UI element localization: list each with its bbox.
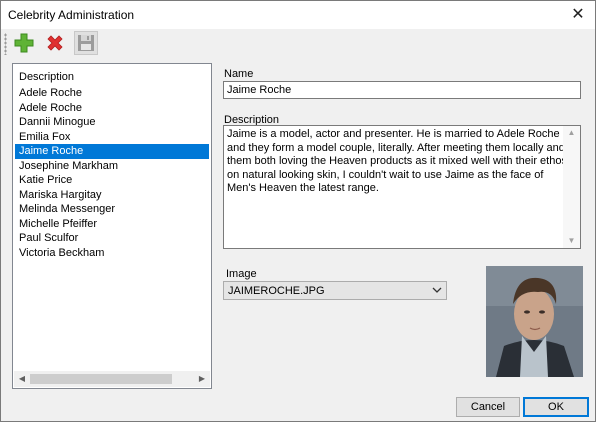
list-item[interactable]: Jaime Roche <box>15 144 209 159</box>
x-icon <box>47 35 63 51</box>
description-field[interactable]: Jaime is a model, actor and presenter. H… <box>223 125 581 249</box>
ok-button[interactable]: OK <box>523 397 589 417</box>
name-field[interactable]: Jaime Roche <box>223 81 581 99</box>
description-value: Jaime is a model, actor and presenter. H… <box>227 128 567 194</box>
list-column-header: Description <box>19 71 75 83</box>
horizontal-scrollbar[interactable]: ◀ ▶ <box>14 371 210 387</box>
plus-icon <box>14 33 34 53</box>
celebrity-photo <box>486 266 583 377</box>
toolbar <box>1 29 595 59</box>
list-item[interactable]: Mariska Hargitay <box>15 188 209 203</box>
chevron-down-icon <box>432 287 442 293</box>
name-label: Name <box>224 68 254 80</box>
window-title: Celebrity Administration <box>8 8 135 22</box>
list-item[interactable]: Paul Sculfor <box>15 231 209 246</box>
list-items: Adele Roche Adele Roche Dannii Minogue Emil… <box>15 86 209 260</box>
scroll-up-icon[interactable]: ▲ <box>563 126 580 140</box>
image-dropdown[interactable]: JAIMEROCHE.JPG <box>223 281 447 300</box>
list-item[interactable]: Melinda Messenger <box>15 202 209 217</box>
title-bar: Celebrity Administration ✕ <box>1 1 595 29</box>
save-button[interactable] <box>74 31 98 55</box>
name-value: Jaime Roche <box>227 84 292 96</box>
scroll-right-icon[interactable]: ▶ <box>194 371 210 387</box>
image-dropdown-value: JAIMEROCHE.JPG <box>228 285 325 297</box>
list-item[interactable]: Katie Price <box>15 173 209 188</box>
close-button[interactable]: ✕ <box>561 1 595 29</box>
vertical-scrollbar[interactable]: ▲ ▼ <box>563 126 580 248</box>
scroll-down-icon[interactable]: ▼ <box>563 234 580 248</box>
celebrity-listbox[interactable]: Description Adele Roche Adele Roche Dannii… <box>12 63 212 389</box>
list-item[interactable]: Adele Roche <box>15 86 209 101</box>
list-item[interactable]: Dannii Minogue <box>15 115 209 130</box>
toolbar-grip[interactable] <box>4 33 7 55</box>
image-label: Image <box>226 268 257 280</box>
list-item[interactable]: Josephine Markham <box>15 159 209 174</box>
list-item[interactable]: Emilia Fox <box>15 130 209 145</box>
list-item[interactable]: Michelle Pfeiffer <box>15 217 209 232</box>
delete-button[interactable] <box>43 31 67 55</box>
scroll-left-icon[interactable]: ◀ <box>14 371 30 387</box>
scrollbar-thumb[interactable] <box>30 374 172 384</box>
list-item[interactable]: Adele Roche <box>15 101 209 116</box>
add-button[interactable] <box>12 31 36 55</box>
floppy-disk-icon <box>78 35 94 51</box>
list-item[interactable]: Victoria Beckham <box>15 246 209 261</box>
cancel-button[interactable]: Cancel <box>456 397 520 417</box>
dialog-window: Celebrity Administration ✕ Description A… <box>0 0 596 422</box>
